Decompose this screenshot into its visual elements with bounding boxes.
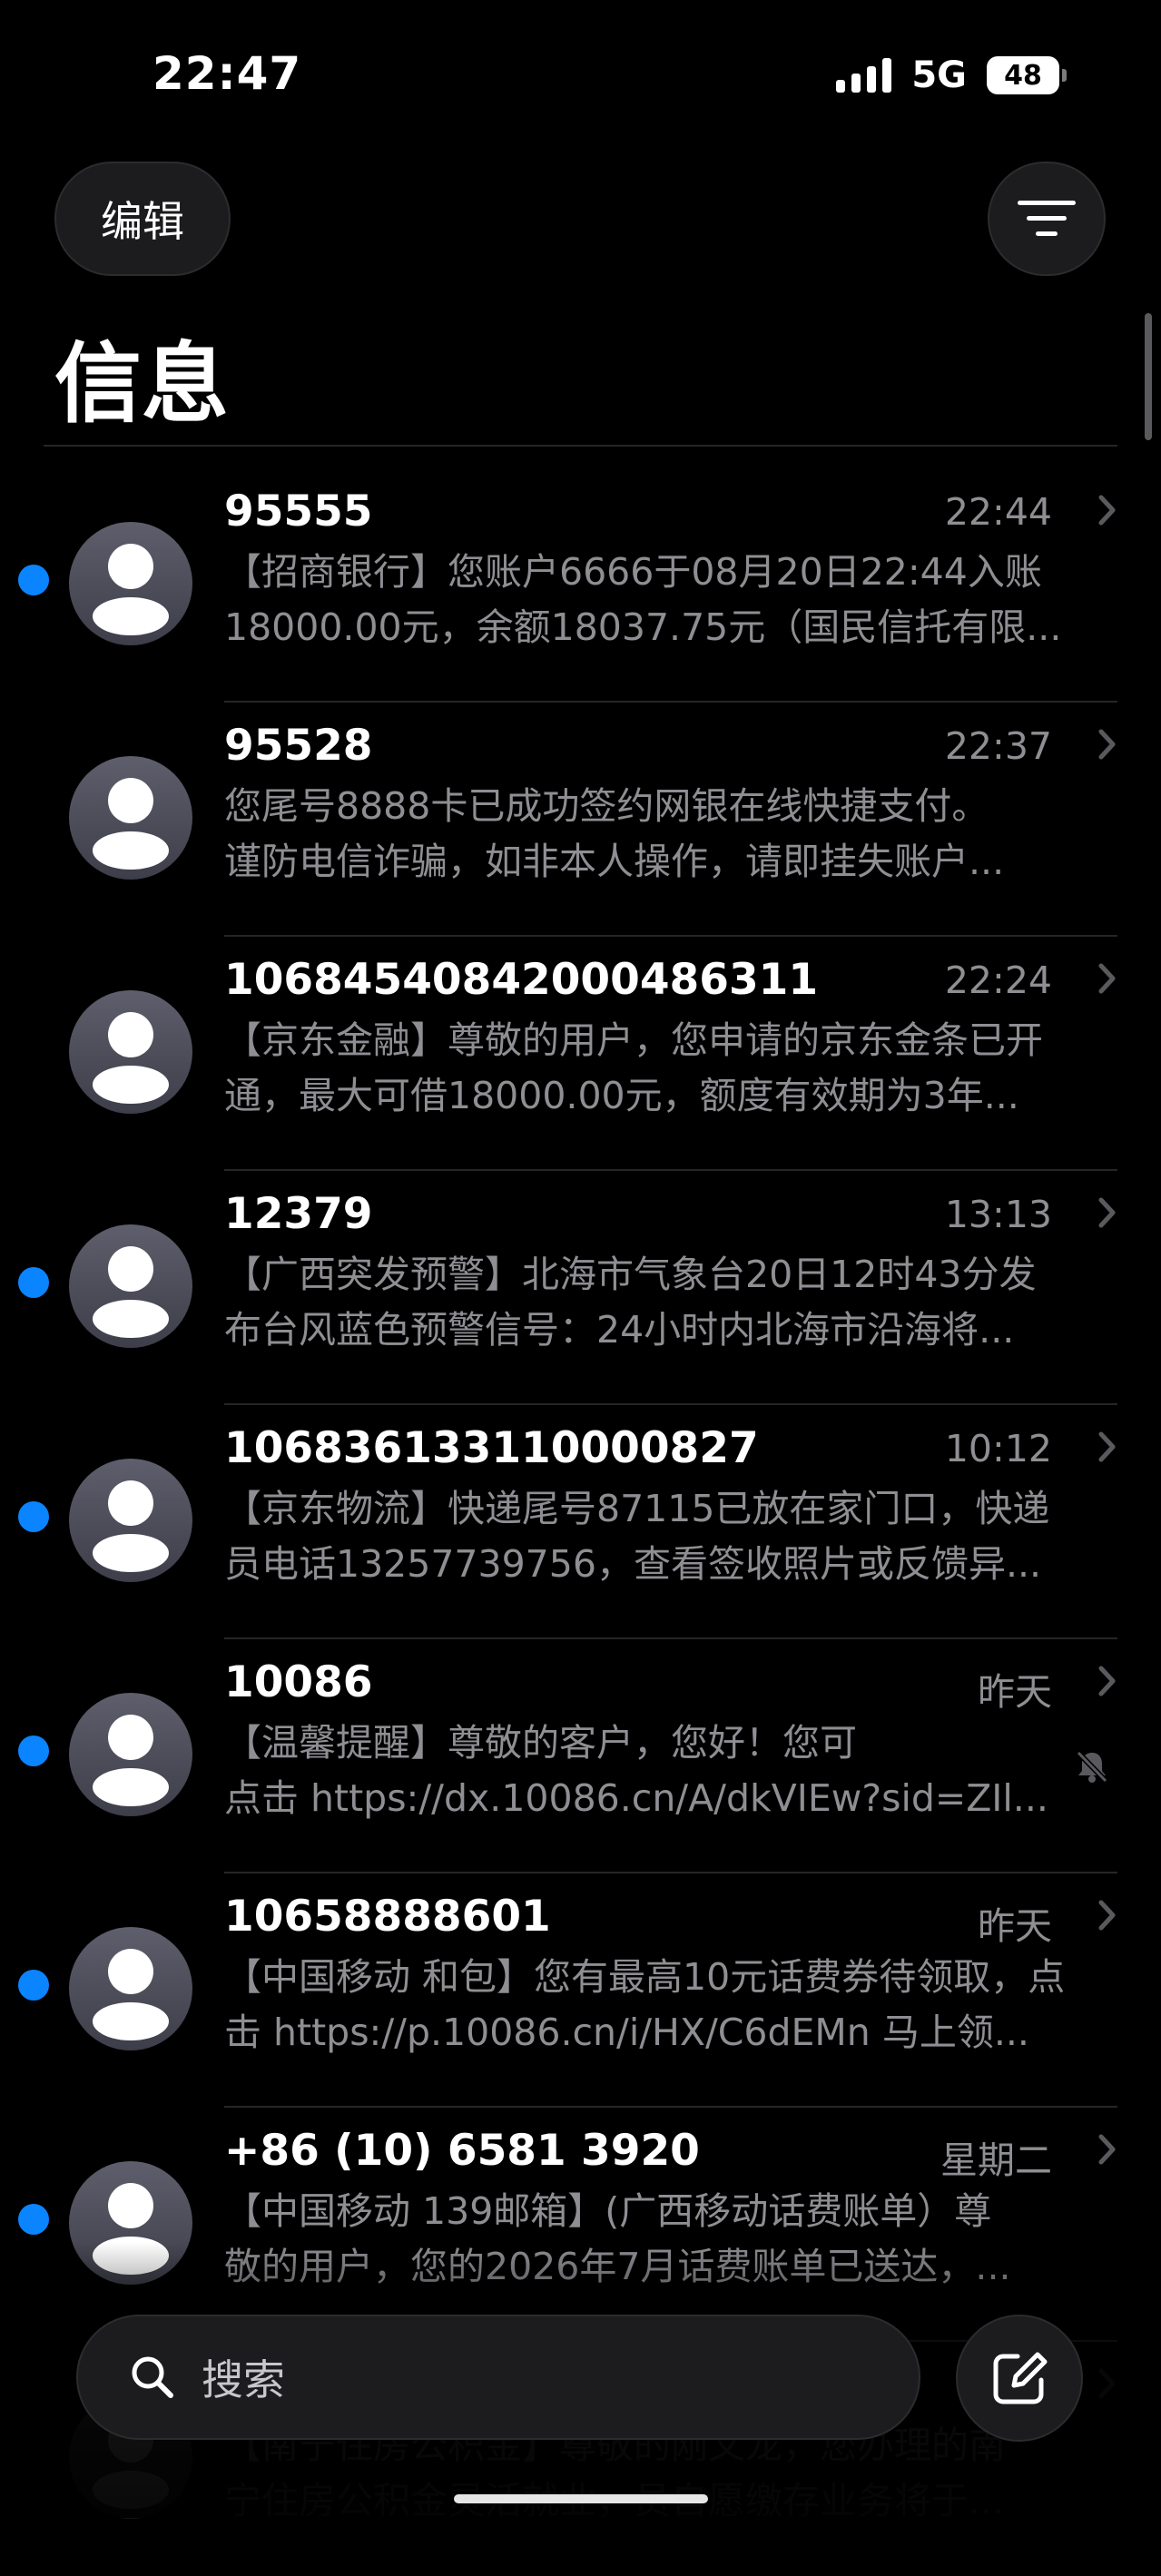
message-time: 13:13 <box>944 1193 1052 1236</box>
contact-avatar-icon <box>69 522 192 645</box>
header-divider <box>44 445 1117 447</box>
search-bar[interactable]: 搜索 <box>76 2315 920 2440</box>
battery-icon: 48 <box>987 56 1067 94</box>
chevron-right-icon <box>1098 1666 1116 1696</box>
message-row[interactable]: 106836133110000827 10:12 【京东物流】快递尾号87115已放… <box>0 1405 1161 1639</box>
network-type: 5G <box>911 54 967 96</box>
unread-indicator <box>18 1970 49 2001</box>
unread-indicator <box>18 1267 49 1298</box>
message-preview: 【中国移动 和包】您有最高10元话费券待领取，点击 https://p.1008… <box>224 1950 1100 2060</box>
contact-avatar-icon <box>69 990 192 1114</box>
message-row[interactable]: 1068454084200048631​1 22:24 【京东金融】尊敬的用户，您申… <box>0 937 1161 1171</box>
preview-line: 您尾号8888卡已成功签约网银在线快捷支付。 <box>224 784 989 828</box>
contact-avatar-icon <box>69 1459 192 1582</box>
chevron-right-icon <box>1098 1431 1116 1462</box>
search-placeholder: 搜索 <box>202 2355 285 2404</box>
filter-button[interactable] <box>988 162 1106 276</box>
status-time: 22:47 <box>153 47 302 100</box>
preview-line: 【中国移动 和包】您有最高10元话费券待领取，点 <box>224 1955 1066 1999</box>
filter-icon <box>1018 201 1076 236</box>
unread-indicator <box>18 2204 49 2235</box>
page-title: 信息 <box>54 333 229 435</box>
compose-icon <box>993 2352 1048 2404</box>
preview-line: 【广西突发预警】北海市气象台20日12时43分发 <box>224 1253 1037 1296</box>
sender-name: 12379 <box>224 1189 373 1239</box>
sender-name: 10658888601 <box>224 1892 551 1942</box>
chevron-right-icon <box>1098 963 1116 994</box>
home-indicator[interactable] <box>454 2494 708 2503</box>
chevron-right-icon <box>1098 2134 1116 2165</box>
bell-slash-icon <box>1076 1750 1108 1784</box>
preview-line: 【京东物流】快递尾号87115已放在家门口，快递 <box>224 1487 1050 1530</box>
preview-line: 18000.00元，余额18037.75元（国民信托有限... <box>224 605 1062 649</box>
message-preview: 【广西突发预警】北海市气象台20日12时43分发 布台风蓝色预警信号：24小时内北… <box>224 1247 1100 1358</box>
message-preview: 【招商银行】您账户6666于08月20日22:44入账 18000.00元，余额1… <box>224 545 1100 655</box>
search-icon <box>132 2356 173 2398</box>
unread-indicator <box>18 565 49 595</box>
preview-line: 【京东金融】尊敬的用户，您申请的京东金条已开 <box>224 1018 1043 1062</box>
preview-line: 【中国移动 139邮箱】(广西移动话费账单）尊 <box>224 2189 992 2233</box>
message-time: 22:24 <box>944 959 1052 1002</box>
status-indicators: 5G 48 <box>836 54 1067 96</box>
contact-avatar-icon <box>69 1693 192 1816</box>
sender-name: 1068454084200048631​1 <box>224 955 819 1005</box>
chevron-right-icon <box>1098 1900 1116 1931</box>
message-row[interactable]: 10086 昨天【温馨提醒】尊敬的客户，您好！您可点击 https://dx.10… <box>0 1639 1161 1873</box>
message-preview: 【京东金融】尊敬的用户，您申请的京东金条已开 通，最大可借18000.00元，额度… <box>224 1013 1100 1124</box>
preview-line: 员电话13257739756，查看签收照片或反馈异... <box>224 1542 1042 1586</box>
sender-name: 95528 <box>224 721 373 771</box>
message-row[interactable]: 95555 22:44 【招商银行】您账户6666于08月20日22:44入账 180… <box>0 468 1161 703</box>
sender-name: 95555 <box>224 487 373 536</box>
chevron-right-icon <box>1098 495 1116 526</box>
message-time: 22:37 <box>944 724 1052 768</box>
preview-line: 通，最大可借18000.00元，额度有效期为3年... <box>224 1074 1019 1117</box>
sender-name: 10086 <box>224 1657 373 1707</box>
sender-name: 106836133110000827 <box>224 1423 759 1473</box>
battery-level: 48 <box>1004 59 1042 92</box>
preview-line: 布台风蓝色预警信号：24小时内北海市沿海将... <box>224 1308 1015 1352</box>
cellular-signal-icon <box>836 58 892 93</box>
edit-button[interactable]: 编辑 <box>54 162 231 276</box>
unread-indicator <box>18 1735 49 1766</box>
preview-line: 谨防电信诈骗，如非本人操作，请即挂失账户... <box>224 840 1005 883</box>
contact-avatar-icon <box>69 1927 192 2050</box>
compose-button[interactable] <box>956 2315 1083 2442</box>
unread-indicator <box>18 1501 49 1532</box>
preview-line: 点击 https://dx.10086.cn/A/dkVIEw?sid=ZIl.… <box>224 1776 1048 1820</box>
message-preview: 您尾号8888卡已成功签约网银在线快捷支付。 谨防电信诈骗，如非本人操作，请即挂失… <box>224 779 1100 890</box>
contact-avatar-icon <box>69 756 192 880</box>
message-row[interactable]: 10658888601 昨天 【中国移动 和包】您有最高10元话费券待领取，点击 h… <box>0 1873 1161 2108</box>
message-time: 星期二 <box>940 2138 1052 2182</box>
message-row[interactable]: 95528 22:37 您尾号8888卡已成功签约网银在线快捷支付。 谨防电信诈骗，如… <box>0 703 1161 937</box>
message-row[interactable]: 12379 13:13 【广西突发预警】北海市气象台20日12时43分发 布台风蓝色预… <box>0 1171 1161 1405</box>
message-preview: 【温馨提醒】尊敬的客户，您好！您可点击 https://dx.10086.cn/… <box>224 1716 1100 1826</box>
chevron-right-icon <box>1098 729 1116 760</box>
message-time: 昨天 <box>978 1904 1052 1948</box>
message-time: 10:12 <box>944 1427 1052 1470</box>
preview-line: 【温馨提醒】尊敬的客户，您好！您可 <box>224 1721 857 1765</box>
preview-line: 击 https://p.10086.cn/i/HX/C6dEMn 马上领... <box>224 2011 1029 2054</box>
preview-line: 【招商银行】您账户6666于08月20日22:44入账 <box>224 550 1042 594</box>
chevron-right-icon <box>1098 1197 1116 1228</box>
sender-name: +86 (10) 6581 3920 <box>224 2126 700 2176</box>
scroll-indicator[interactable] <box>1145 313 1152 440</box>
message-time: 22:44 <box>944 490 1052 534</box>
message-preview: 【京东物流】快递尾号87115已放在家门口，快递 员电话13257739756，查… <box>224 1481 1100 1592</box>
contact-avatar-icon <box>69 1224 192 1348</box>
message-time: 昨天 <box>978 1670 1052 1714</box>
